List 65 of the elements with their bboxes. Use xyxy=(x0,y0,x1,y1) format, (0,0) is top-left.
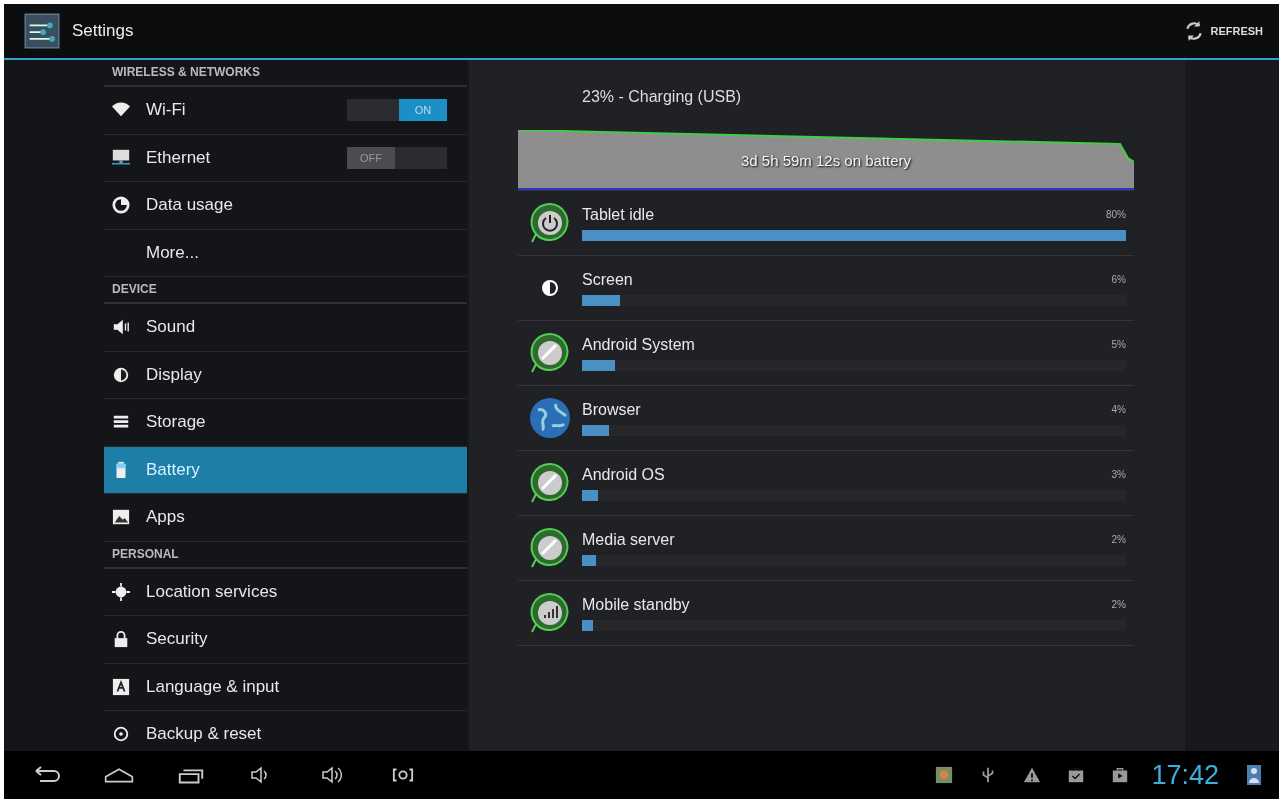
item-label: Apps xyxy=(146,507,186,528)
app-name: Mobile standby xyxy=(582,595,691,614)
item-label: Backup & reset xyxy=(146,724,263,745)
item-label: Security xyxy=(146,629,209,650)
usage-percent: 6% xyxy=(1111,274,1126,285)
home-icon[interactable] xyxy=(104,765,134,785)
window-title: Settings xyxy=(72,21,134,41)
clock: 17:42 xyxy=(1151,759,1219,791)
item-label: Data usage xyxy=(146,195,234,216)
item-label: Battery xyxy=(146,459,201,480)
usage-percent: 3% xyxy=(1111,469,1126,480)
usage-percent: 5% xyxy=(1111,339,1126,350)
settings-item[interactable]: Storage xyxy=(104,399,467,447)
app-name: Screen xyxy=(582,270,634,289)
restore-icon xyxy=(112,725,130,744)
item-label: Wi-Fi xyxy=(146,100,187,121)
volume-down-icon[interactable] xyxy=(248,765,270,785)
section-header: DEVICE xyxy=(104,277,467,304)
usage-percent: 2% xyxy=(1111,599,1126,610)
settings-item[interactable]: Wi-Fi ON xyxy=(104,87,467,135)
app-name: Media server xyxy=(582,530,676,549)
image-icon xyxy=(112,508,130,527)
app-name: Browser xyxy=(582,400,642,419)
battery-status: 23% - Charging (USB) xyxy=(581,87,743,107)
app-name: Android OS xyxy=(582,465,666,484)
item-label: Ethernet xyxy=(146,147,212,168)
item-label: Display xyxy=(146,364,203,385)
refresh-button[interactable]: REFRESH xyxy=(1177,19,1269,43)
settings-item[interactable]: Apps xyxy=(104,494,467,542)
usage-percent: 4% xyxy=(1111,404,1126,415)
pie-chart-icon xyxy=(112,196,130,215)
settings-item[interactable]: Data usage xyxy=(104,182,467,230)
keyboard-icon xyxy=(112,677,130,696)
contrast-icon xyxy=(112,365,130,384)
gallery-icon[interactable] xyxy=(935,765,954,785)
usage-percent: 2% xyxy=(1111,534,1126,545)
lock-icon xyxy=(112,630,130,649)
settings-item[interactable]: Battery xyxy=(104,446,467,494)
shopping-bag-icon[interactable] xyxy=(1067,765,1086,785)
settings-item[interactable]: Ethernet OFF xyxy=(104,134,467,182)
item-label: Location services xyxy=(146,581,279,602)
settings-item[interactable]: Language & input xyxy=(104,663,467,711)
section-header: PERSONAL xyxy=(104,541,467,569)
section-header: WIRELESS & NETWORKS xyxy=(104,60,467,87)
location-icon xyxy=(112,582,130,601)
battery-graph: 3d 5h 59m 12s on battery xyxy=(518,130,1134,191)
app-name: Tablet idle xyxy=(582,205,656,224)
settings-item[interactable]: Security xyxy=(104,616,467,664)
item-label: Sound xyxy=(146,317,197,338)
settings-item[interactable]: More... xyxy=(104,229,467,277)
app-name: Android System xyxy=(582,335,696,354)
speaker-icon xyxy=(112,318,130,337)
volume-up-icon[interactable] xyxy=(320,765,342,785)
monitor-icon xyxy=(112,148,130,167)
item-label: Storage xyxy=(146,412,207,433)
item-label: Language & input xyxy=(146,676,281,697)
settings-item[interactable]: Display xyxy=(104,351,467,399)
person-icon[interactable] xyxy=(1245,765,1263,785)
settings-item[interactable]: Sound xyxy=(104,304,467,352)
globe-icon xyxy=(528,396,572,440)
item-label: More... xyxy=(146,242,200,263)
usage-percent: 80% xyxy=(1106,209,1126,220)
settings-item[interactable]: Location services xyxy=(104,568,467,616)
settings-icon[interactable] xyxy=(24,13,60,49)
store-icon[interactable] xyxy=(1111,765,1130,785)
